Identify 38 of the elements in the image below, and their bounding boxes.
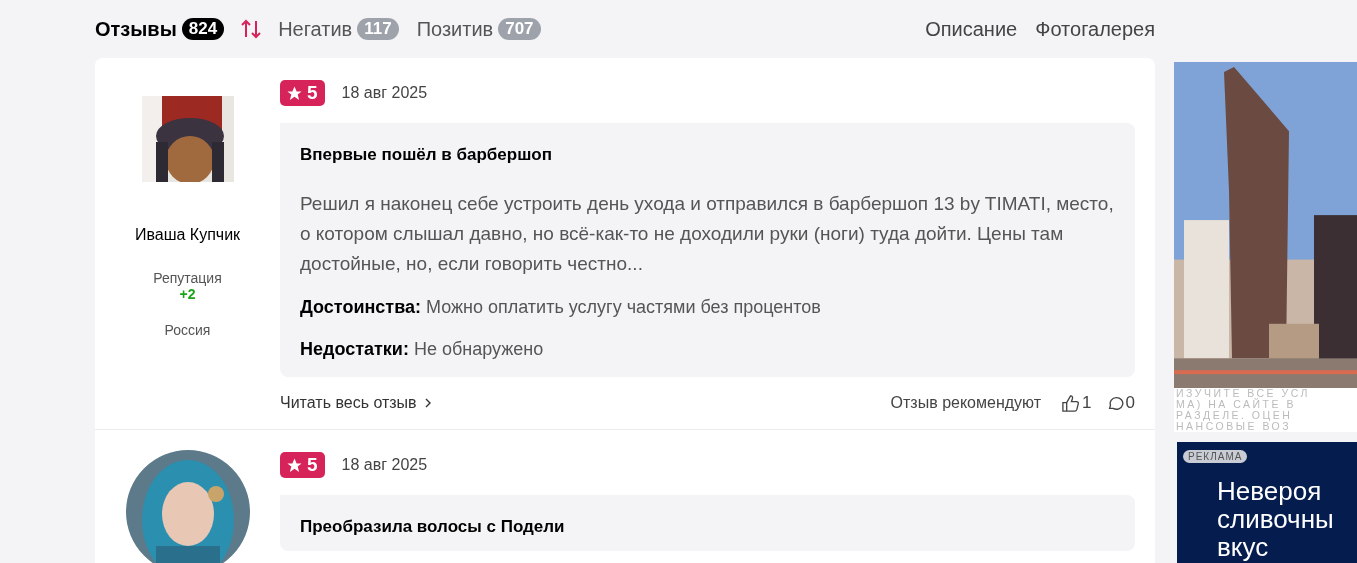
- read-more-link[interactable]: Читать весь отзыв: [280, 394, 433, 412]
- ad-headline: вкус: [1217, 533, 1270, 561]
- ad-banner[interactable]: РЕКЛАМА Невероя сливочны вкус: [1177, 442, 1357, 563]
- cons-text: Недостатки: Не обнаружено: [300, 338, 545, 361]
- ad-label: РЕКЛАМА: [1183, 450, 1248, 463]
- nav-link[interactable]: Фотогалерея: [1035, 17, 1155, 41]
- reputation-label: Репутация: [153, 270, 222, 286]
- count-badge: 117: [357, 18, 399, 40]
- sort-icon[interactable]: [240, 18, 263, 40]
- rating-badge: 5: [280, 452, 325, 478]
- review-date: 18 авг 2025: [341, 84, 428, 102]
- ad-disclaimer: ИЗУЧИТЕ ВСЕ УСЛ: [1176, 388, 1311, 399]
- ad-disclaimer: НАНСОВЫЕ ВОЗ: [1176, 421, 1293, 432]
- star-icon: [286, 456, 303, 474]
- comments-button[interactable]: 0: [1105, 393, 1135, 413]
- ad-disclaimer: МА) НА САЙТЕ В: [1176, 399, 1297, 410]
- review-title[interactable]: Преобразила волосы с Подели: [300, 517, 1115, 537]
- count-badge: 707: [498, 18, 541, 40]
- nav-link[interactable]: Описание: [925, 17, 1018, 41]
- author-name[interactable]: Иваша Купчик: [134, 226, 241, 244]
- count-badge: 824: [181, 18, 225, 40]
- reputation-value: +2: [179, 286, 196, 302]
- ad-headline: Невероя: [1217, 477, 1323, 505]
- author-country: Россия: [164, 322, 211, 338]
- like-button[interactable]: 1: [1061, 393, 1092, 413]
- rating-badge: 5: [280, 80, 325, 106]
- recommend-label: Отзыв рекомендуют: [890, 394, 1042, 412]
- review-text: Решил я наконец себе устроить день ухода и отправился в барбершоп 13 by TIMATI, место, о котором слышал давно, но всё-как-то не доходили руки (ноги) туда дойти. Цены там достойные, но, если говорить честно...: [300, 192, 1115, 276]
- review-title[interactable]: Впервые пошёл в барбершоп: [300, 145, 1115, 165]
- reviews-tab[interactable]: Негатив 117: [278, 17, 399, 41]
- thumbs-up-icon: [1061, 393, 1081, 413]
- review-date: 18 авг 2025: [341, 456, 428, 474]
- ad-disclaimer: РАЗДЕЛЕ. ОЦЕН: [1176, 410, 1294, 421]
- reviews-tab[interactable]: Отзывы 824: [95, 17, 225, 41]
- pros-text: Достоинства: Можно оплатить услугу частями без процентов: [300, 296, 822, 319]
- star-icon: [286, 84, 303, 102]
- ad-headline: сливочны: [1217, 505, 1335, 533]
- reviews-tab[interactable]: Позитив 707: [416, 17, 541, 41]
